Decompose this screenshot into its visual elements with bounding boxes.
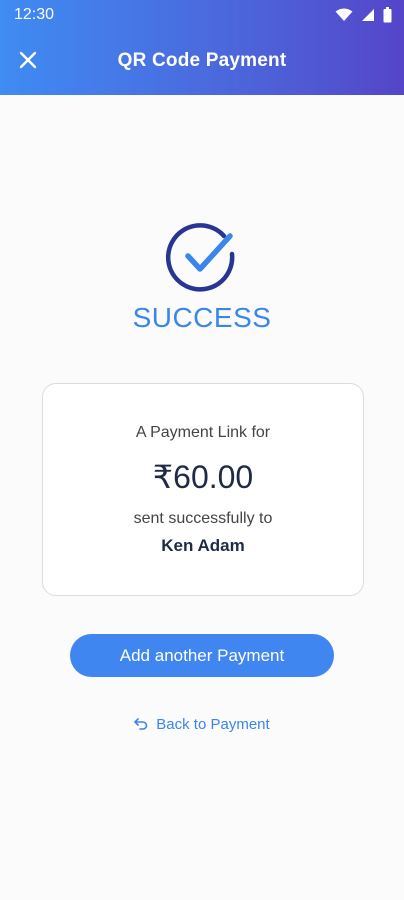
success-label: SUCCESS: [132, 302, 272, 333]
app-header: 12:30 QR Code Payment: [0, 0, 404, 95]
status-bar: 12:30: [0, 0, 404, 30]
wifi-icon: [335, 8, 353, 21]
status-icons: [335, 7, 392, 23]
signal-icon: [362, 9, 374, 21]
add-another-payment-button[interactable]: Add another Payment: [70, 634, 334, 677]
status-time: 12:30: [14, 6, 55, 23]
back-to-payment-link[interactable]: Back to Payment: [0, 712, 404, 736]
payment-summary-card: A Payment Link for ₹60.00 sent successfu…: [42, 383, 364, 596]
toolbar: QR Code Payment: [0, 30, 404, 92]
page-title: QR Code Payment: [117, 50, 287, 71]
recipient-name: Ken Adam: [161, 536, 245, 555]
payment-amount: ₹60.00: [152, 459, 254, 495]
card-sent-text: sent successfully to: [133, 510, 273, 527]
add-another-payment-label: Add another Payment: [119, 645, 285, 665]
check-circle-icon: [165, 223, 235, 292]
back-to-payment-label: Back to Payment: [156, 715, 270, 733]
card-intro-text: A Payment Link for: [135, 424, 271, 441]
back-arrow-icon: [134, 718, 148, 730]
close-button[interactable]: [12, 44, 44, 76]
battery-icon: [383, 7, 392, 23]
close-icon: [19, 51, 37, 69]
